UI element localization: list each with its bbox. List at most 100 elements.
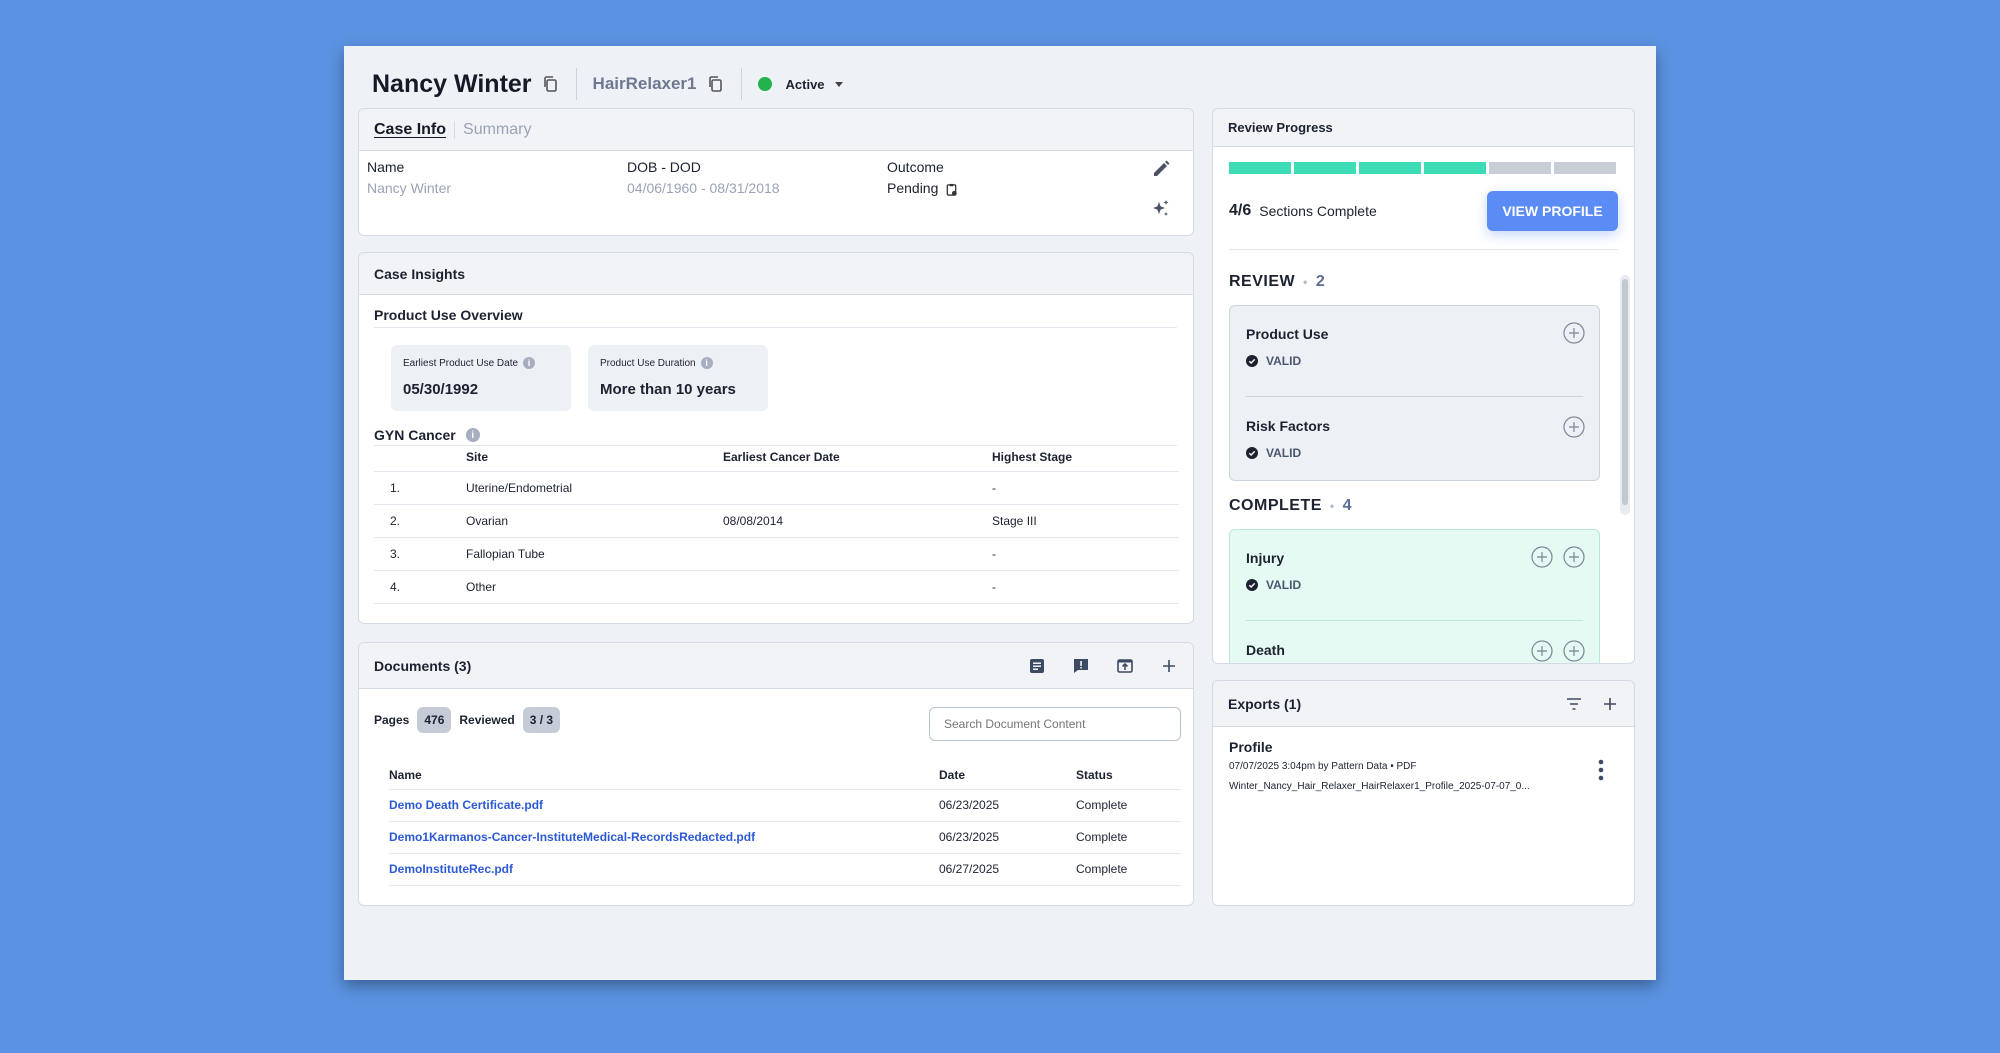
add-circle-icon[interactable] (1531, 640, 1553, 662)
table-row: 1. Uterine/Endometrial - (374, 471, 1179, 505)
site-cell: Ovarian (466, 504, 723, 538)
group-label: COMPLETE (1229, 497, 1322, 514)
reviewed-count-badge: 3 / 3 (522, 707, 561, 733)
name-field: Name Nancy Winter (367, 159, 451, 196)
document-link[interactable]: Demo1Karmanos-Cancer-InstituteMedical-Re… (389, 830, 755, 844)
document-link[interactable]: Demo Death Certificate.pdf (389, 798, 543, 812)
add-circle-icon[interactable] (1531, 546, 1553, 568)
divider (1229, 249, 1618, 250)
progress-segment (1359, 162, 1421, 174)
pages-label: Pages (374, 713, 410, 727)
document-link[interactable]: DemoInstituteRec.pdf (389, 862, 513, 876)
exports-card: Exports (1) Profile 07/07/2025 3:04pm by… (1212, 680, 1635, 906)
status-cell: Complete (1076, 853, 1181, 886)
check-circle-icon (1246, 447, 1258, 459)
exports-header: Exports (1) (1213, 681, 1634, 727)
complete-group-title: COMPLETE • 4 (1229, 497, 1352, 515)
progress-segment (1554, 162, 1616, 174)
tab-summary[interactable]: Summary (454, 120, 531, 139)
copy-icon[interactable] (707, 75, 725, 93)
add-icon[interactable] (1160, 657, 1178, 675)
date-cell (723, 471, 992, 505)
check-circle-icon (1246, 579, 1258, 591)
info-icon[interactable]: i (700, 357, 713, 369)
divider (1246, 396, 1583, 397)
case-info-card: Case Info Summary Name Nancy Winter DOB … (358, 108, 1194, 236)
check-circle-icon (1246, 355, 1258, 367)
case-insights-title: Case Insights (359, 253, 1193, 295)
exports-title: Exports (1) (1228, 695, 1302, 712)
section-item-risk-factors[interactable]: Risk Factors VALID (1246, 418, 1583, 460)
date-cell (723, 570, 992, 604)
row-index: 4. (374, 570, 466, 604)
gyn-cancer-label: GYN Cancer (374, 427, 456, 443)
section-status: VALID (1266, 446, 1302, 460)
add-circle-icon[interactable] (1563, 416, 1585, 438)
section-title: Product Use (1246, 326, 1329, 342)
earliest-product-use-stat: Earliest Product Use Date i 05/30/1992 (391, 345, 571, 411)
add-circle-icon[interactable] (1563, 640, 1585, 662)
reviewed-label: Reviewed (459, 713, 515, 727)
product-use-duration-stat: Product Use Duration i More than 10 years (588, 345, 768, 411)
info-icon[interactable]: i (465, 428, 480, 442)
case-info-tabs: Case Info Summary (359, 109, 1193, 151)
group-label: REVIEW (1229, 273, 1296, 290)
tab-case-info[interactable]: Case Info (374, 121, 446, 139)
product-use-overview-title: Product Use Overview (374, 307, 523, 323)
review-progress-card: Review Progress 4/6 Sections Complete VI… (1212, 108, 1635, 664)
add-circle-icon[interactable] (1563, 322, 1585, 344)
table-header: Date (939, 761, 1076, 790)
search-document-input[interactable] (929, 707, 1181, 741)
complete-group: Injury VALID Death (1229, 529, 1600, 663)
review-group: Product Use VALID Risk Factors VALID (1229, 305, 1600, 481)
table-header: Highest Stage (992, 443, 1179, 472)
site-cell: Other (466, 570, 723, 604)
export-item-title[interactable]: Profile (1229, 739, 1273, 755)
edit-icon[interactable] (1151, 159, 1171, 179)
add-circle-icon[interactable] (1563, 546, 1585, 568)
table-row: Demo1Karmanos-Cancer-InstituteMedical-Re… (389, 821, 1181, 854)
chevron-down-icon[interactable] (834, 81, 843, 87)
outcome-value: Pending (887, 180, 939, 196)
date-cell: 08/08/2014 (723, 504, 992, 538)
case-insights-card: Case Insights Product Use Overview Earli… (358, 252, 1194, 624)
stage-cell: - (992, 471, 1179, 505)
documents-header: Documents (3) (359, 643, 1193, 689)
view-profile-button[interactable]: VIEW PROFILE (1487, 191, 1618, 231)
bullet: • (1329, 499, 1335, 513)
field-value: 04/06/1960 - 08/31/2018 (627, 180, 780, 196)
copy-icon[interactable] (542, 75, 560, 93)
date-cell (723, 537, 992, 571)
case-name: Nancy Winter (372, 69, 532, 98)
more-vertical-icon[interactable] (1598, 759, 1604, 781)
section-item-product-use[interactable]: Product Use VALID (1246, 326, 1583, 368)
info-icon[interactable]: i (523, 357, 536, 369)
feedback-icon[interactable] (1072, 657, 1090, 675)
progress-segment (1489, 162, 1551, 174)
field-label: Name (367, 159, 405, 175)
sparkle-icon[interactable] (1151, 199, 1171, 219)
stat-label: Earliest Product Use Date (403, 357, 519, 369)
document-list-icon[interactable] (1028, 657, 1046, 675)
table-row: 4. Other - (374, 570, 1179, 604)
review-sections-scroll[interactable]: REVIEW • 2 Product Use VALID Risk Factor… (1213, 259, 1634, 663)
table-row: DemoInstituteRec.pdf 06/27/2025 Complete (389, 853, 1181, 886)
gyn-cancer-title: GYN Cancer i (374, 427, 480, 443)
filter-icon[interactable] (1565, 695, 1583, 713)
section-status: VALID (1266, 578, 1302, 592)
site-cell: Uterine/Endometrial (466, 471, 723, 505)
field-label: Outcome (887, 159, 944, 175)
add-icon[interactable] (1601, 695, 1619, 713)
status-dot (757, 77, 772, 91)
sections-count: 4/6 (1229, 202, 1252, 219)
clipboard-icon[interactable] (945, 183, 958, 196)
table-header: Site (466, 443, 723, 472)
export-item-meta: 07/07/2025 3:04pm by Pattern Data • PDF (1229, 761, 1417, 772)
stage-cell: - (992, 537, 1179, 571)
scrollbar-thumb[interactable] (1622, 279, 1628, 505)
upload-icon[interactable] (1116, 657, 1134, 675)
table-row: Demo Death Certificate.pdf 06/23/2025 Co… (389, 789, 1181, 822)
table-header: Name (389, 761, 939, 790)
status-dropdown[interactable]: Active (786, 77, 825, 92)
gyn-cancer-table: Site Earliest Cancer Date Highest Stage … (374, 443, 1179, 604)
